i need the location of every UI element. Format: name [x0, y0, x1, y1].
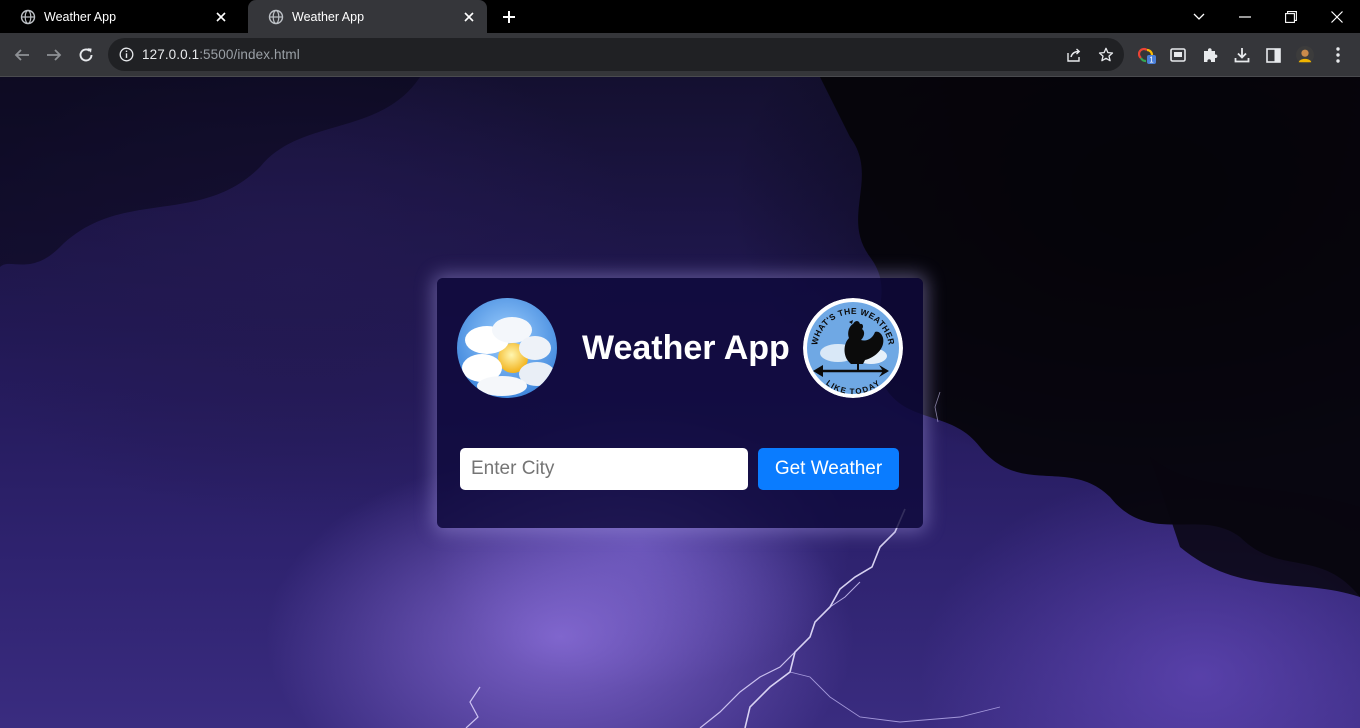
arrow-right-icon — [47, 49, 62, 61]
browser-toolbar: 127.0.0.1:5500/index.html 1 — [0, 33, 1360, 77]
tab-title: Weather App — [292, 9, 365, 24]
minimize-button[interactable] — [1222, 0, 1268, 33]
avatar — [1296, 46, 1314, 64]
puzzle-icon — [1204, 48, 1218, 62]
sun-cloud-icon — [457, 298, 557, 398]
restore-button[interactable] — [1268, 0, 1314, 33]
back-button[interactable] — [10, 43, 34, 67]
new-tab-button[interactable] — [497, 7, 521, 27]
tab-search-button[interactable] — [1176, 0, 1222, 33]
side-panel-button[interactable] — [1264, 46, 1282, 64]
reload-button[interactable] — [74, 43, 98, 67]
url-host: 127.0.0.1 — [142, 47, 200, 62]
side-panel-icon — [1265, 47, 1281, 63]
sun-cloud-logo — [457, 298, 557, 398]
city-input[interactable] — [460, 448, 748, 490]
globe-icon — [268, 9, 284, 24]
minimize-icon — [1239, 15, 1251, 18]
page-title: Weather App — [582, 329, 790, 367]
tab-weather-app-2[interactable]: Weather App — [248, 0, 487, 33]
page-viewport: Weather App WHAT'S THE WEATHER LIKE TODA… — [0, 77, 1360, 728]
extensions-button[interactable] — [1201, 46, 1219, 64]
globe-icon — [20, 9, 36, 24]
address-bar[interactable]: 127.0.0.1:5500/index.html — [108, 38, 1124, 71]
cast-button[interactable] — [1169, 46, 1187, 64]
tab-title: Weather App — [44, 9, 117, 24]
arrow-left-icon — [14, 49, 29, 61]
tab-strip: Weather App Weather App — [0, 0, 1360, 33]
downloads-button[interactable] — [1233, 46, 1251, 64]
close-icon — [1331, 10, 1343, 23]
get-weather-button[interactable]: Get Weather — [758, 448, 899, 490]
restore-icon — [1285, 10, 1297, 23]
profile-button[interactable] — [1296, 46, 1314, 64]
close-icon[interactable] — [461, 9, 477, 25]
rooster-logo: WHAT'S THE WEATHER LIKE TODAY — [803, 298, 903, 398]
close-icon[interactable] — [213, 9, 229, 25]
forward-button[interactable] — [42, 43, 66, 67]
url-path: :5500/index.html — [199, 47, 300, 62]
chevron-down-icon — [1193, 13, 1205, 20]
more-vert-icon — [1336, 47, 1340, 63]
menu-button[interactable] — [1329, 46, 1347, 64]
download-icon — [1234, 48, 1250, 63]
extension-colorful-button[interactable]: 1 — [1138, 46, 1156, 64]
info-icon[interactable] — [119, 47, 134, 62]
url-text[interactable]: 127.0.0.1:5500/index.html — [142, 47, 300, 62]
extension-icon: 1 — [1138, 47, 1156, 65]
tab-weather-app-1[interactable]: Weather App — [0, 0, 239, 33]
share-icon[interactable] — [1066, 47, 1082, 63]
star-icon[interactable] — [1098, 47, 1114, 63]
weathervane-rooster-icon: WHAT'S THE WEATHER LIKE TODAY — [803, 298, 903, 398]
weather-card: Weather App WHAT'S THE WEATHER LIKE TODA… — [437, 278, 923, 528]
picture-in-picture-icon — [1170, 48, 1186, 62]
extension-badge: 1 — [1149, 56, 1154, 65]
reload-icon — [79, 48, 93, 62]
plus-icon — [503, 11, 515, 23]
close-window-button[interactable] — [1314, 0, 1360, 33]
